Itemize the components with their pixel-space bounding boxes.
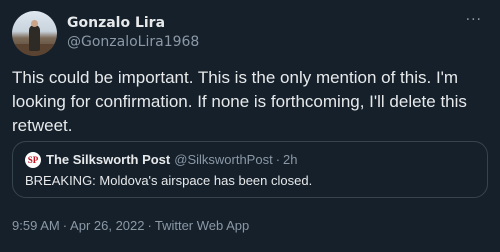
meta-separator: ·	[62, 218, 68, 233]
tweet-header: Gonzalo Lira @GonzaloLira1968	[12, 11, 199, 56]
tweet-meta: 9:59 AM · Apr 26, 2022 · Twitter Web App	[12, 218, 249, 234]
author-handle[interactable]: @GonzaloLira1968	[67, 33, 199, 52]
meta-separator: ·	[147, 218, 152, 233]
tweet-client: Twitter Web App	[154, 218, 250, 233]
tweet-text: This could be important. This is the onl…	[12, 68, 467, 135]
tweet-date[interactable]: Apr 26, 2022	[70, 218, 144, 233]
quoted-tweet-text: BREAKING: Moldova's airspace has been cl…	[25, 173, 313, 188]
author-names: Gonzalo Lira @GonzaloLira1968	[67, 14, 199, 52]
quoted-separator: ·	[275, 152, 281, 167]
avatar-head	[31, 20, 38, 27]
tweet-time[interactable]: 9:59 AM	[12, 218, 60, 233]
author-display-name[interactable]: Gonzalo Lira	[67, 14, 199, 33]
avatar-figure	[29, 25, 40, 51]
quoted-tweet-header: SP The Silksworth Post @SilksworthPost ·…	[25, 152, 475, 168]
quoted-tweet[interactable]: SP The Silksworth Post @SilksworthPost ·…	[12, 141, 488, 198]
quoted-display-name: The Silksworth Post	[46, 152, 171, 167]
quoted-avatar-icon: SP	[25, 152, 41, 168]
quoted-handle: @SilksworthPost	[174, 152, 273, 167]
more-options-icon[interactable]: ···	[466, 13, 482, 27]
avatar[interactable]	[12, 11, 57, 56]
tweet: Gonzalo Lira @GonzaloLira1968 ··· This c…	[0, 0, 500, 252]
quoted-time: 2h	[283, 152, 298, 167]
